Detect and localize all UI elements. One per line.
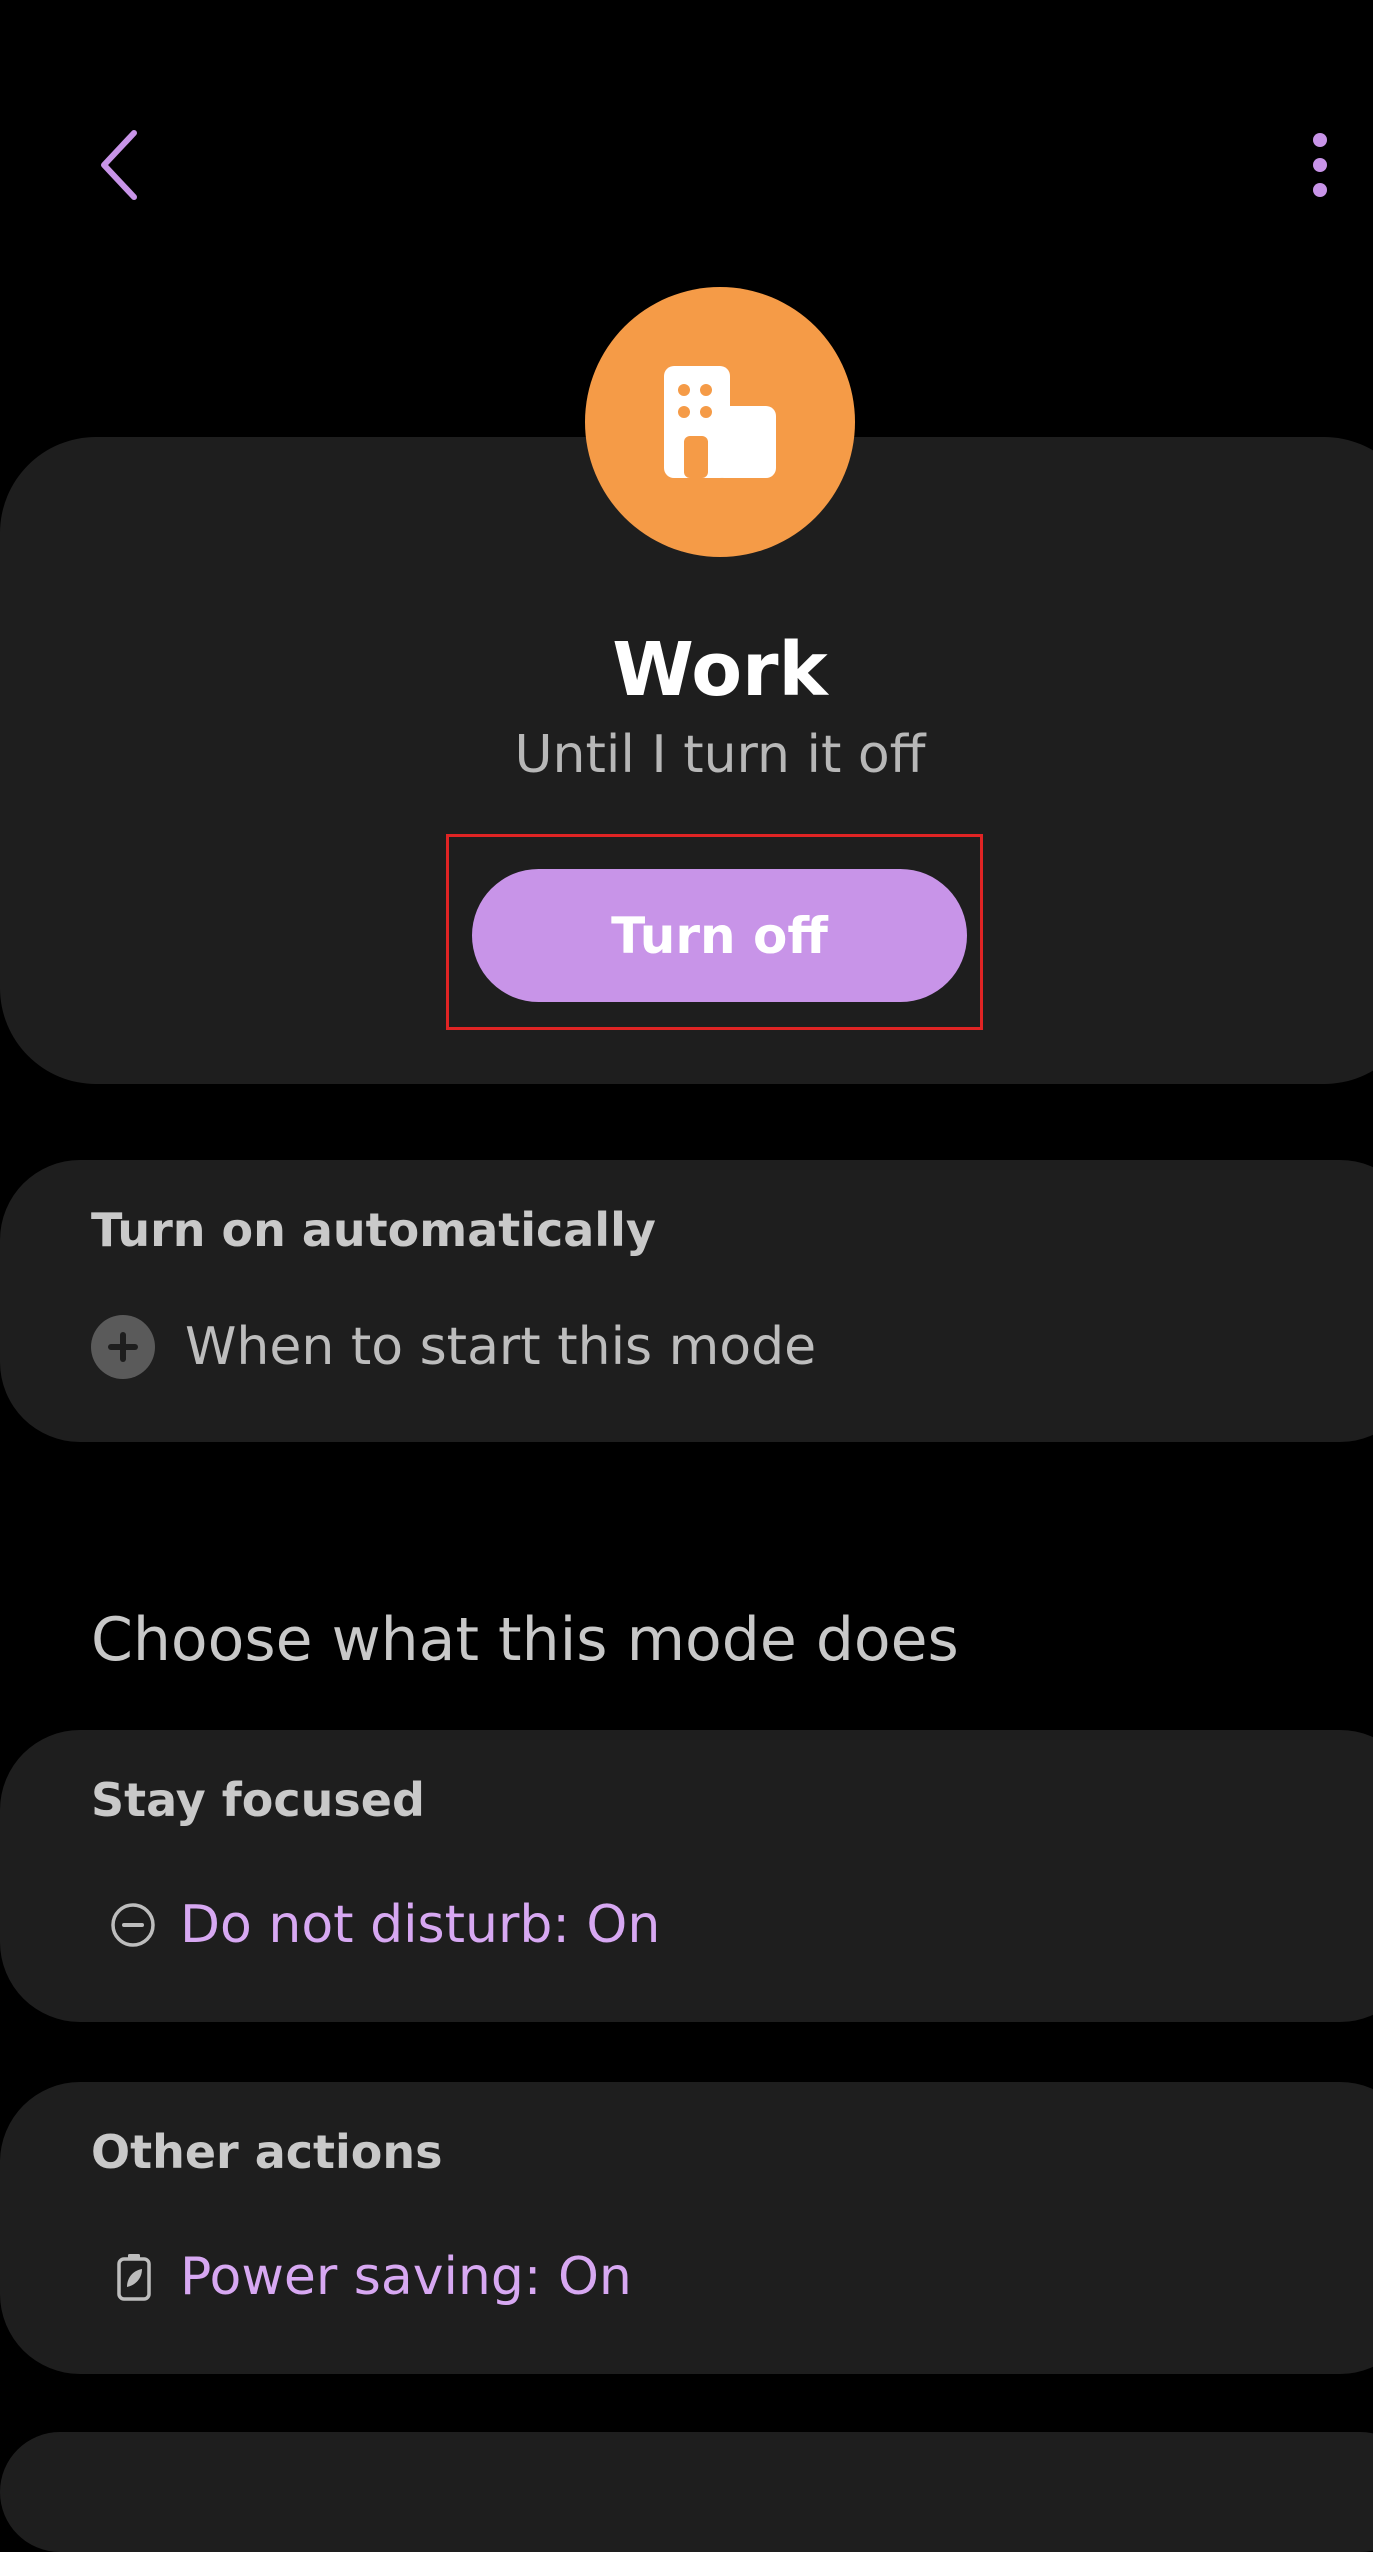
chevron-left-icon bbox=[101, 130, 137, 200]
mode-duration-status: Until I turn it off bbox=[514, 725, 926, 785]
do-not-disturb-icon bbox=[111, 1903, 155, 1947]
add-circle-icon bbox=[91, 1315, 155, 1379]
building-icon bbox=[664, 366, 776, 478]
more-vertical-icon bbox=[1313, 133, 1327, 197]
back-button[interactable] bbox=[84, 120, 154, 210]
auto-start-title: Turn on automatically bbox=[91, 1203, 656, 1257]
mode-icon-circle bbox=[585, 287, 855, 557]
power-saving-label: Power saving: On bbox=[180, 2247, 632, 2307]
add-start-condition-label: When to start this mode bbox=[185, 1317, 817, 1377]
mode-name: Work bbox=[612, 627, 828, 713]
power-saving-row[interactable]: Power saving: On bbox=[114, 2242, 632, 2312]
actions-section-heading: Choose what this mode does bbox=[91, 1605, 959, 1675]
other-actions-title: Other actions bbox=[91, 2125, 443, 2179]
next-card-partial bbox=[0, 2432, 1373, 2552]
battery-saver-icon bbox=[117, 2254, 151, 2301]
stay-focused-title: Stay focused bbox=[91, 1773, 425, 1827]
do-not-disturb-label: Do not disturb: On bbox=[180, 1895, 661, 1955]
add-start-condition-row[interactable]: When to start this mode bbox=[91, 1312, 816, 1382]
more-options-button[interactable] bbox=[1290, 120, 1350, 210]
turn-off-button[interactable]: Turn off bbox=[472, 869, 967, 1002]
do-not-disturb-row[interactable]: Do not disturb: On bbox=[110, 1890, 660, 1960]
